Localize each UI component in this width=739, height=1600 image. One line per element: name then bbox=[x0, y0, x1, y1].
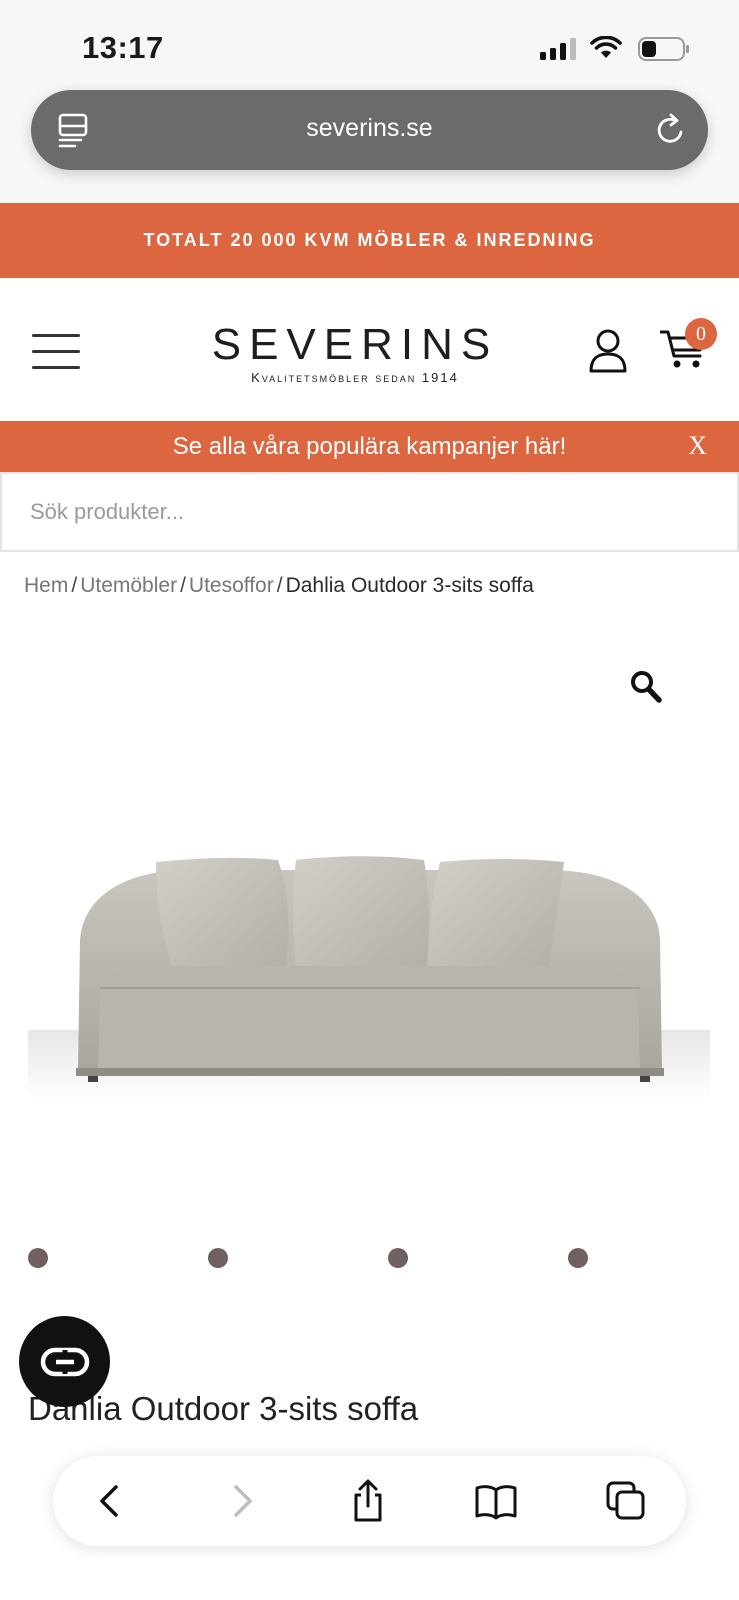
wifi-icon bbox=[590, 36, 622, 58]
breadcrumb-link-utesoffor[interactable]: Utesoffor bbox=[189, 574, 274, 597]
gallery-dot[interactable] bbox=[388, 1248, 408, 1268]
cellular-signal-icon bbox=[540, 38, 576, 60]
cart-count-badge[interactable]: 0 bbox=[685, 318, 717, 350]
gallery-pagination bbox=[0, 1248, 739, 1268]
zoom-icon[interactable] bbox=[630, 670, 662, 704]
breadcrumb-link-utemobler[interactable]: Utemöbler bbox=[80, 574, 177, 597]
share-icon[interactable] bbox=[345, 1478, 391, 1524]
address-bar[interactable]: severins.se bbox=[31, 90, 708, 170]
chat-button[interactable] bbox=[19, 1316, 110, 1407]
search-box bbox=[0, 472, 739, 552]
breadcrumb: Hem / Utemöbler / Utesoffor / Dahlia Outdoor 3… bbox=[24, 574, 534, 598]
status-bar: 13:17 bbox=[0, 0, 739, 88]
reload-icon[interactable] bbox=[654, 112, 688, 148]
hamburger-menu-icon[interactable] bbox=[32, 334, 80, 370]
gallery-dot[interactable] bbox=[28, 1248, 48, 1268]
site-logo[interactable]: SEVERINS Kvalitetsmöbler sedan 1914 bbox=[205, 320, 505, 386]
gallery-dot[interactable] bbox=[568, 1248, 588, 1268]
site-header: SEVERINS Kvalitetsmöbler sedan 1914 0 bbox=[0, 278, 739, 421]
breadcrumb-separator: / bbox=[180, 574, 186, 597]
back-icon[interactable] bbox=[88, 1478, 134, 1524]
toolbar-background bbox=[0, 1546, 739, 1600]
breadcrumb-link-home[interactable]: Hem bbox=[24, 574, 68, 597]
campaign-bar[interactable]: Se alla våra populära kampanjer här! X bbox=[0, 421, 739, 472]
breadcrumb-current: Dahlia Outdoor 3-sits soffa bbox=[285, 574, 534, 597]
status-time: 13:17 bbox=[82, 30, 164, 65]
tabs-overview-icon[interactable] bbox=[603, 1478, 649, 1524]
logo-wordmark: SEVERINS bbox=[211, 320, 499, 369]
chat-icon bbox=[40, 1347, 90, 1377]
campaign-link[interactable]: Se alla våra populära kampanjer här! bbox=[0, 433, 739, 461]
breadcrumb-separator: / bbox=[71, 574, 78, 597]
account-icon[interactable] bbox=[588, 328, 628, 374]
promo-banner: TOTALT 20 000 KVM MÖBLER & INREDNING bbox=[0, 203, 739, 278]
url-text[interactable]: severins.se bbox=[31, 114, 708, 143]
logo-tagline: Kvalitetsmöbler sedan 1914 bbox=[251, 370, 459, 385]
forward-icon[interactable] bbox=[218, 1478, 264, 1524]
gallery-dot[interactable] bbox=[208, 1248, 228, 1268]
browser-toolbar bbox=[53, 1456, 686, 1546]
campaign-close-button[interactable]: X bbox=[688, 431, 707, 461]
search-input[interactable] bbox=[30, 492, 710, 532]
browser-address-area: severins.se bbox=[0, 88, 739, 203]
bookmarks-icon[interactable] bbox=[473, 1478, 519, 1524]
breadcrumb-separator: / bbox=[276, 574, 283, 597]
battery-icon bbox=[638, 37, 689, 61]
product-image[interactable] bbox=[28, 800, 710, 1130]
